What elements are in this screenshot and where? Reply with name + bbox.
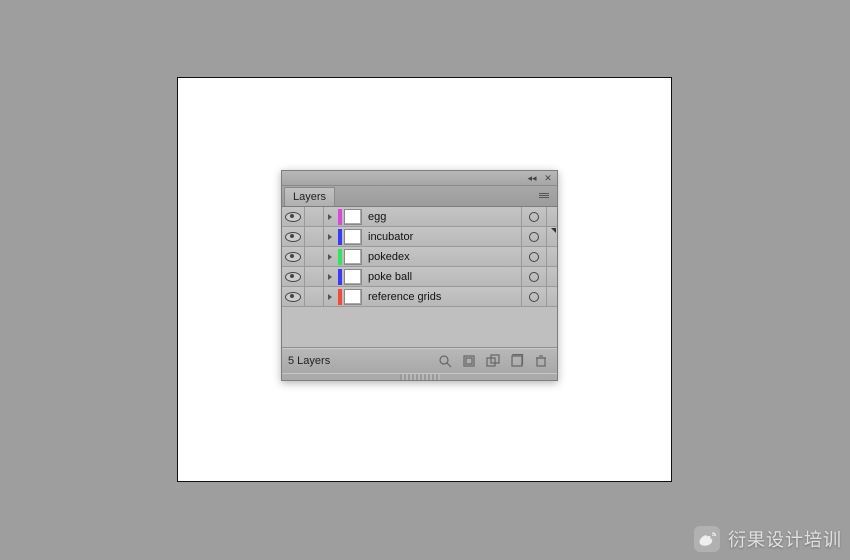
watermark: 衍果设计培训 [694, 526, 842, 552]
chevron-right-icon [328, 234, 332, 240]
layer-color-strip [338, 209, 342, 225]
chevron-right-icon [328, 294, 332, 300]
layer-name[interactable]: pokedex [368, 251, 521, 263]
layer-color-strip [338, 269, 342, 285]
new-layer-icon[interactable] [509, 353, 525, 369]
target-icon [529, 212, 539, 222]
layer-row[interactable]: pokedex [282, 247, 557, 267]
lock-toggle[interactable] [305, 247, 324, 266]
target-icon [529, 252, 539, 262]
layer-row[interactable]: reference grids [282, 287, 557, 307]
panel-footer: 5 Layers [282, 348, 557, 373]
delete-icon[interactable] [533, 353, 549, 369]
panel-menu-icon[interactable] [539, 189, 553, 201]
panel-tab-bar: Layers [282, 186, 557, 207]
target-button[interactable] [521, 287, 546, 306]
selection-indicator[interactable] [546, 207, 557, 226]
layers-list: egg incubator pokedex poke ball reference gr… [282, 207, 557, 348]
close-icon[interactable]: ✕ [543, 174, 553, 182]
target-button[interactable] [521, 207, 546, 226]
tab-label: Layers [293, 191, 326, 203]
visibility-toggle[interactable] [282, 227, 305, 246]
selection-indicator[interactable] [546, 227, 557, 246]
expand-toggle[interactable] [324, 247, 336, 266]
target-icon [529, 292, 539, 302]
eye-icon [285, 272, 301, 282]
layer-name[interactable]: poke ball [368, 271, 521, 283]
expand-toggle[interactable] [324, 227, 336, 246]
lock-toggle[interactable] [305, 227, 324, 246]
eye-icon [285, 292, 301, 302]
target-icon [529, 232, 539, 242]
layer-thumbnail [344, 289, 362, 305]
tab-layers[interactable]: Layers [284, 187, 335, 206]
visibility-toggle[interactable] [282, 207, 305, 226]
eye-icon [285, 212, 301, 222]
collapse-icon[interactable]: ◂◂ [527, 174, 537, 182]
layer-color-strip [338, 229, 342, 245]
selection-indicator[interactable] [546, 287, 557, 306]
watermark-text: 衍果设计培训 [728, 526, 842, 552]
layer-name[interactable]: reference grids [368, 291, 521, 303]
target-icon [529, 272, 539, 282]
eye-icon [285, 252, 301, 262]
target-button[interactable] [521, 267, 546, 286]
target-button[interactable] [521, 227, 546, 246]
lock-toggle[interactable] [305, 207, 324, 226]
layers-count: 5 Layers [286, 355, 437, 367]
lock-toggle[interactable] [305, 287, 324, 306]
weibo-icon [694, 526, 720, 552]
layer-thumbnail [344, 249, 362, 265]
expand-toggle[interactable] [324, 267, 336, 286]
layers-panel: ◂◂ ✕ Layers egg incubator pokedex poke ball… [281, 170, 558, 381]
layer-color-strip [338, 249, 342, 265]
chevron-right-icon [328, 254, 332, 260]
resize-grip[interactable] [400, 374, 440, 380]
layer-row[interactable]: egg [282, 207, 557, 227]
visibility-toggle[interactable] [282, 267, 305, 286]
selection-indicator[interactable] [546, 247, 557, 266]
eye-icon [285, 232, 301, 242]
layer-row[interactable]: incubator [282, 227, 557, 247]
target-button[interactable] [521, 247, 546, 266]
layer-color-strip [338, 289, 342, 305]
lock-toggle[interactable] [305, 267, 324, 286]
visibility-toggle[interactable] [282, 287, 305, 306]
visibility-toggle[interactable] [282, 247, 305, 266]
layer-name[interactable]: egg [368, 211, 521, 223]
layer-row[interactable]: poke ball [282, 267, 557, 287]
layer-thumbnail [344, 209, 362, 225]
panel-title-bar[interactable]: ◂◂ ✕ [282, 171, 557, 186]
chevron-right-icon [328, 274, 332, 280]
chevron-right-icon [328, 214, 332, 220]
expand-toggle[interactable] [324, 207, 336, 226]
new-sublayer-icon[interactable] [485, 353, 501, 369]
make-clipping-mask-icon[interactable] [461, 353, 477, 369]
layer-thumbnail [344, 229, 362, 245]
layer-name[interactable]: incubator [368, 231, 521, 243]
layer-thumbnail [344, 269, 362, 285]
expand-toggle[interactable] [324, 287, 336, 306]
selection-indicator[interactable] [546, 267, 557, 286]
locate-object-icon[interactable] [437, 353, 453, 369]
